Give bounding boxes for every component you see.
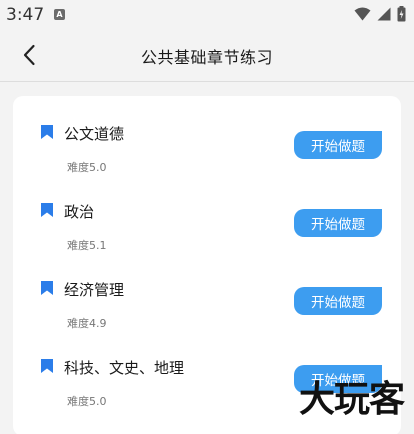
page-title: 公共基础章节练习 [140, 48, 273, 67]
chapter-name: 科技、文史、地理 [64, 359, 185, 377]
chapter-item: 政治 难度5.1 开始做题 [13, 174, 401, 252]
battery-icon [397, 6, 406, 22]
status-bar: 3:47 A [0, 0, 414, 30]
chapter-difficulty: 难度5.0 [67, 161, 107, 174]
chapter-item: 经济管理 难度4.9 开始做题 [13, 252, 401, 330]
chapter-name: 政治 [64, 203, 95, 221]
chapter-difficulty: 难度4.9 [67, 317, 107, 330]
signal-icon [377, 7, 391, 21]
chapter-difficulty: 难度5.0 [67, 395, 107, 408]
chapter-name: 公文道德 [64, 125, 125, 143]
bookmark-icon [41, 281, 53, 295]
a-badge-icon: A [54, 9, 65, 20]
status-time: 3:47 [6, 5, 45, 25]
chapter-name: 经济管理 [64, 281, 125, 299]
start-practice-button[interactable]: 开始做题 [294, 209, 382, 237]
start-practice-button[interactable]: 开始做题 [294, 287, 382, 315]
bookmark-icon [41, 359, 53, 373]
bookmark-icon [41, 203, 53, 217]
bookmark-icon [41, 125, 53, 139]
chapter-difficulty: 难度5.1 [67, 239, 107, 252]
watermark-logo: 大玩客 [298, 378, 405, 420]
chapter-item: 公文道德 难度5.0 开始做题 [13, 96, 401, 174]
wifi-icon [354, 7, 371, 21]
app-header: 公共基础章节练习 [0, 30, 414, 82]
start-practice-button[interactable]: 开始做题 [294, 131, 382, 159]
status-icons [354, 6, 406, 22]
